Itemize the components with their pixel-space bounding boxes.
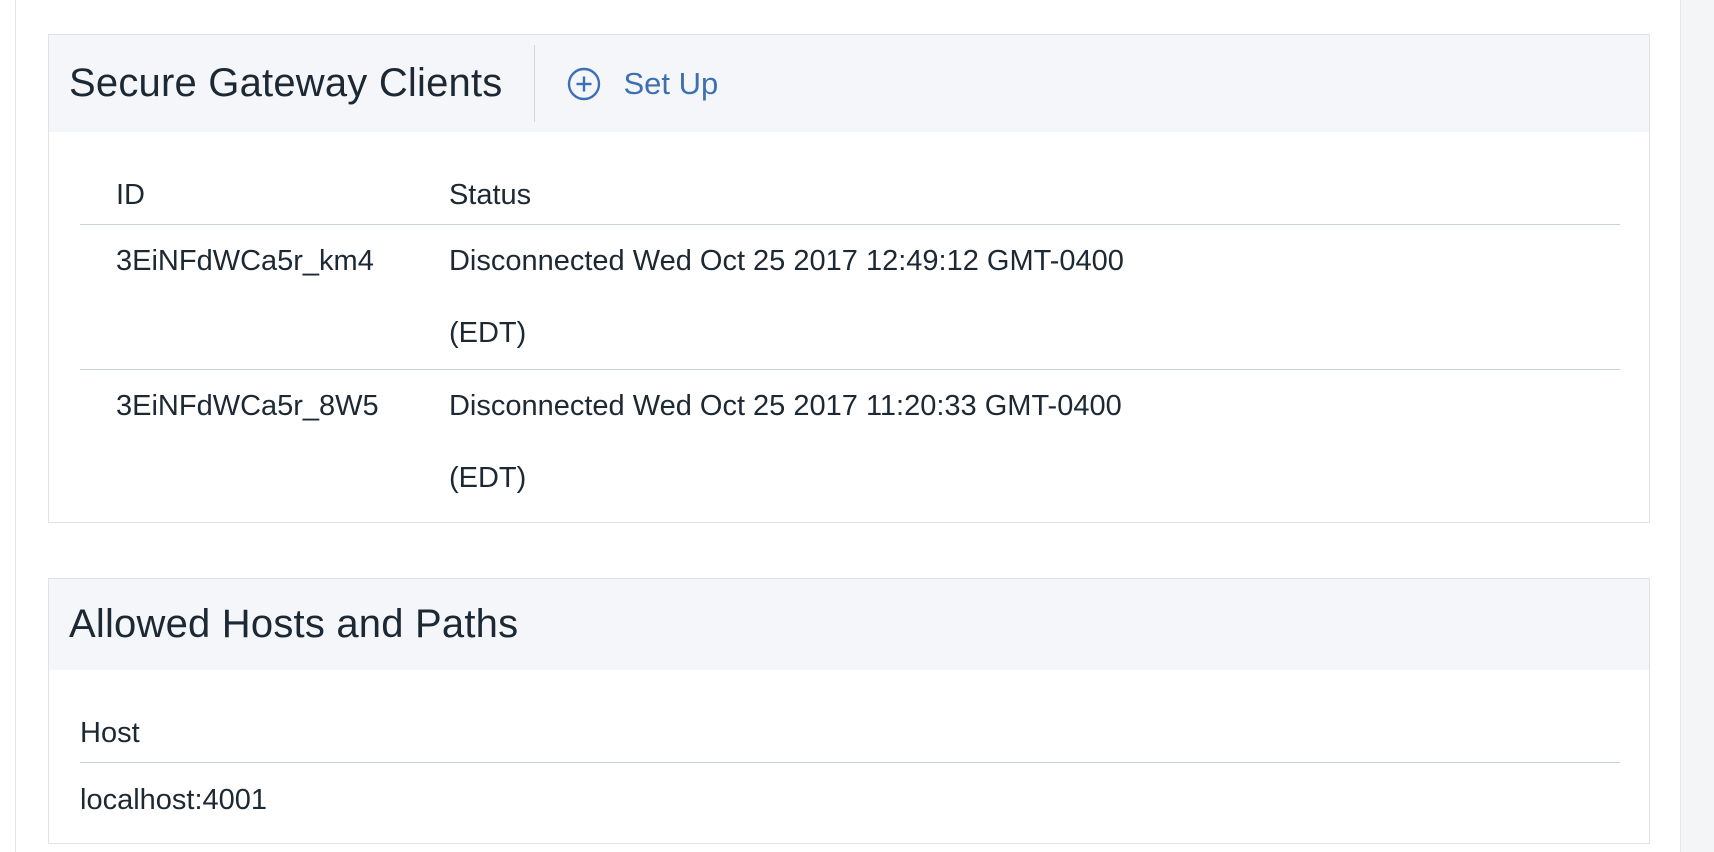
client-status-cell: Disconnected Wed Oct 25 2017 12:49:12 GM… (448, 224, 1620, 370)
table-row[interactable]: 3EiNFdWCa5r_8W5 Disconnected Wed Oct 25 … (80, 370, 1620, 515)
set-up-label: Set Up (623, 65, 719, 101)
status-text-line: Disconnected Wed Oct 25 2017 12:49:12 GM… (448, 245, 1124, 277)
hosts-panel-title: Allowed Hosts and Paths (69, 602, 519, 646)
clients-table: ID Status 3EiNFdWCa5r_km4 Disconnected W… (80, 132, 1620, 514)
table-row[interactable]: 3EiNFdWCa5r_km4 Disconnected Wed Oct 25 … (80, 224, 1620, 370)
status-text-line: Disconnected Wed Oct 25 2017 11:20:33 GM… (448, 390, 1122, 422)
status-text-line: (EDT) (448, 462, 527, 494)
clients-table-header-row: ID Status (80, 132, 1620, 225)
status-text-line: (EDT) (448, 317, 527, 349)
secure-gateway-clients-panel: Secure Gateway Clients Set Up ID Status (48, 34, 1650, 523)
column-header-status[interactable]: Status (448, 132, 1620, 225)
hosts-table-header-row: Host (80, 670, 1620, 763)
set-up-button[interactable]: Set Up (567, 66, 718, 102)
allowed-hosts-panel: Allowed Hosts and Paths Host localhost:4… (48, 578, 1650, 844)
host-cell: localhost:4001 (80, 784, 268, 816)
column-header-host[interactable]: Host (80, 670, 1620, 763)
clients-panel-header: Secure Gateway Clients Set Up (49, 35, 1649, 132)
hosts-panel-header: Allowed Hosts and Paths (49, 579, 1649, 670)
client-id-cell: 3EiNFdWCa5r_km4 (80, 224, 449, 370)
header-divider (534, 45, 536, 122)
right-scrollbar-gutter[interactable] (1680, 0, 1714, 852)
client-status-cell: Disconnected Wed Oct 25 2017 11:20:33 GM… (449, 370, 1620, 515)
plus-circle-icon (567, 67, 601, 101)
column-header-id[interactable]: ID (80, 132, 449, 225)
left-divider (15, 0, 16, 852)
hosts-table: Host localhost:4001 (80, 670, 1620, 837)
client-id-cell: 3EiNFdWCa5r_8W5 (116, 390, 379, 422)
page: Secure Gateway Clients Set Up ID Status (0, 0, 1714, 852)
clients-panel-title: Secure Gateway Clients (69, 61, 503, 105)
table-row[interactable]: localhost:4001 (80, 763, 1620, 838)
